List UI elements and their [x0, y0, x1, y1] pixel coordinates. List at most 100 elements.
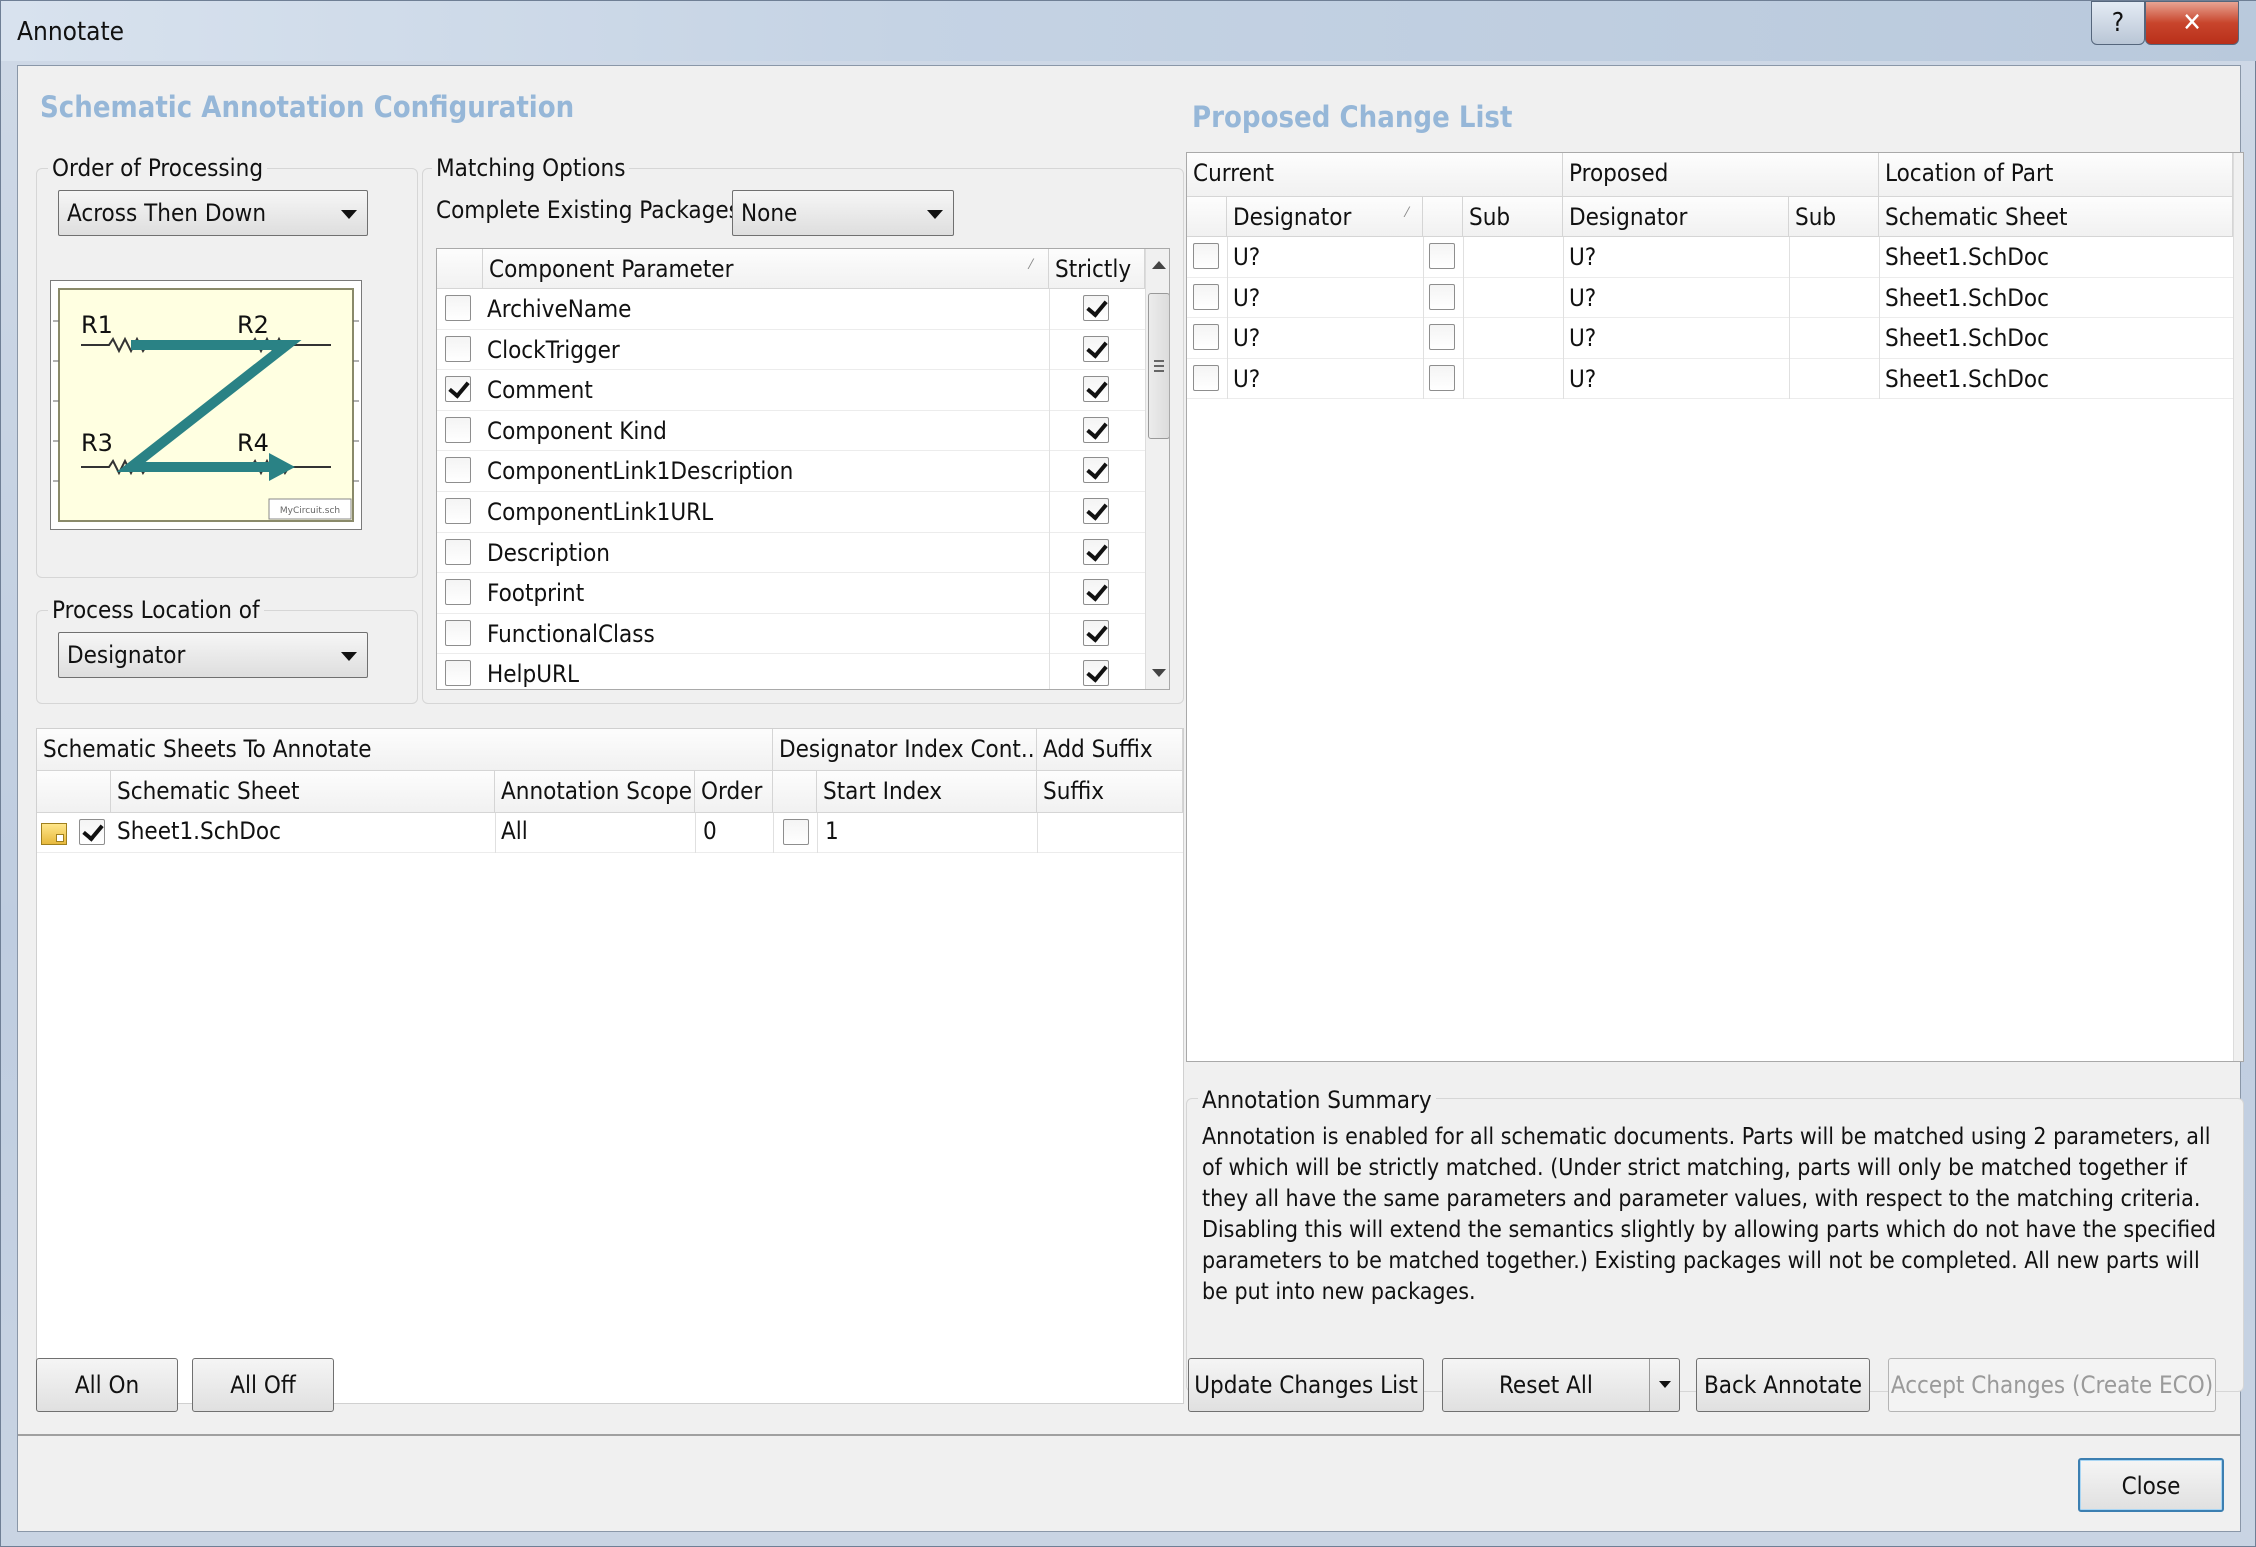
diagram-label-r2: R2 [237, 311, 269, 339]
sheet-row[interactable]: Sheet1.SchDoc All 0 1 [37, 813, 1183, 853]
header-select [37, 771, 111, 813]
parameter-strict-checkbox[interactable] [1083, 538, 1109, 565]
complete-packages-dropdown[interactable]: None [732, 190, 954, 236]
parameter-match-checkbox[interactable] [445, 457, 471, 484]
header-location-sheet[interactable]: Schematic Sheet [1879, 197, 2233, 237]
close-button[interactable]: Close [2078, 1458, 2224, 1512]
sheet-suffix[interactable] [1043, 813, 1179, 817]
back-annotate-button[interactable]: Back Annotate [1696, 1358, 1870, 1412]
parameter-row[interactable]: ClockTrigger [437, 329, 1145, 371]
header-strictly[interactable]: Strictly [1049, 249, 1145, 289]
reset-all-label: Reset All [1499, 1371, 1593, 1399]
header-group-index-label: Designator Index Cont... [779, 735, 1037, 763]
parameter-row[interactable]: ComponentLink1URL [437, 492, 1145, 533]
parameter-strict-checkbox[interactable] [1083, 416, 1109, 443]
location-sheet: Sheet1.SchDoc [1885, 324, 2050, 352]
parameter-strict-checkbox[interactable] [1083, 579, 1109, 606]
column-divider [1227, 358, 1228, 399]
parameter-row[interactable]: HelpURL [437, 654, 1145, 689]
header-suffix[interactable]: Suffix [1037, 771, 1183, 813]
current-sub-checkbox[interactable] [1429, 243, 1455, 269]
column-divider [1227, 237, 1228, 278]
current-designator: U? [1233, 243, 1261, 271]
help-button[interactable]: ? [2091, 1, 2145, 45]
current-sub-checkbox[interactable] [1429, 364, 1455, 391]
header-schematic-sheet[interactable]: Schematic Sheet [111, 771, 495, 813]
scroll-thumb[interactable] [1148, 293, 1169, 439]
all-off-button[interactable]: All Off [192, 1358, 334, 1412]
column-divider [1879, 277, 1880, 318]
parameter-row[interactable]: FunctionalClass [437, 613, 1145, 655]
current-sub-checkbox[interactable] [1429, 283, 1455, 310]
parameter-row[interactable]: Component Kind [437, 410, 1145, 452]
annotation-summary-label: Annotation Summary [1198, 1086, 1436, 1114]
parameter-row[interactable]: Comment [437, 370, 1145, 411]
index-control-checkbox[interactable] [783, 819, 809, 845]
order-of-processing-dropdown[interactable]: Across Then Down [58, 190, 368, 236]
diagram-label-r4: R4 [237, 429, 269, 457]
column-divider [1879, 318, 1880, 359]
sheet-order[interactable]: 0 [703, 813, 769, 845]
parameter-match-checkbox[interactable] [445, 335, 471, 362]
column-divider [1049, 289, 1050, 330]
current-select-checkbox[interactable] [1193, 324, 1219, 350]
sheet-start-index[interactable]: 1 [825, 813, 1031, 845]
parameter-strict-checkbox[interactable] [1083, 457, 1109, 484]
current-sub-checkbox[interactable] [1429, 324, 1455, 350]
parameter-match-checkbox[interactable] [445, 579, 471, 606]
parameter-row[interactable]: ComponentLink1Description [437, 451, 1145, 492]
parameter-strict-checkbox[interactable] [1083, 619, 1109, 646]
header-start-index[interactable]: Start Index [817, 771, 1037, 813]
parameter-match-checkbox[interactable] [445, 498, 471, 524]
parameter-strict-checkbox[interactable] [1083, 376, 1109, 403]
parameter-strict-checkbox[interactable] [1083, 335, 1109, 362]
header-annotation-scope[interactable]: Annotation Scope [495, 771, 695, 813]
header-component-parameter[interactable]: Component Parameter ⁄ [483, 249, 1049, 289]
process-location-label: Process Location of [48, 596, 264, 624]
sheet-scope[interactable]: All [501, 813, 691, 845]
current-designator: U? [1233, 324, 1261, 352]
reset-all-button[interactable]: Reset All [1442, 1358, 1680, 1412]
change-row[interactable]: U? U? Sheet1.SchDoc [1187, 358, 2233, 399]
parameter-strict-checkbox[interactable] [1083, 498, 1109, 524]
current-select-checkbox[interactable] [1193, 283, 1219, 310]
header-cur-designator[interactable]: Designator ⁄ [1227, 197, 1423, 237]
update-changes-button[interactable]: Update Changes List [1188, 1358, 1424, 1412]
parameter-match-checkbox[interactable] [445, 538, 471, 565]
parameter-match-checkbox[interactable] [445, 619, 471, 646]
parameter-match-checkbox[interactable] [445, 295, 471, 321]
parameter-row[interactable]: Footprint [437, 573, 1145, 614]
column-divider [1879, 237, 1880, 278]
scroll-up-icon[interactable] [1152, 261, 1166, 269]
change-row[interactable]: U? U? Sheet1.SchDoc [1187, 318, 2233, 359]
process-location-dropdown[interactable]: Designator [58, 632, 368, 678]
close-window-button[interactable]: ✕ [2145, 1, 2239, 45]
header-location-sheet-label: Schematic Sheet [1885, 203, 2068, 231]
change-row[interactable]: U? U? Sheet1.SchDoc [1187, 277, 2233, 318]
parameter-match-checkbox[interactable] [445, 376, 471, 403]
all-on-button[interactable]: All On [36, 1358, 178, 1412]
current-select-checkbox[interactable] [1193, 364, 1219, 391]
column-divider [1563, 237, 1564, 278]
parameter-row[interactable]: Description [437, 532, 1145, 574]
header-strictly-label: Strictly [1055, 255, 1132, 283]
header-order[interactable]: Order [695, 771, 773, 813]
accept-changes-button[interactable]: Accept Changes (Create ECO) [1888, 1358, 2216, 1412]
header-prop-designator[interactable]: Designator [1563, 197, 1789, 237]
change-row[interactable]: U? U? Sheet1.SchDoc [1187, 237, 2233, 278]
parameter-row[interactable]: ArchiveName [437, 289, 1145, 330]
document-icon [41, 823, 67, 845]
accept-changes-label: Accept Changes (Create ECO) [1890, 1371, 2214, 1399]
header-prop-sub[interactable]: Sub [1789, 197, 1879, 237]
parameter-match-checkbox[interactable] [445, 416, 471, 443]
header-suffix-label: Suffix [1043, 777, 1105, 805]
matching-scrollbar[interactable] [1145, 249, 1169, 689]
parameter-match-checkbox[interactable] [445, 660, 471, 687]
parameter-strict-checkbox[interactable] [1083, 660, 1109, 687]
current-select-checkbox[interactable] [1193, 243, 1219, 269]
chevron-down-icon[interactable] [1659, 1381, 1671, 1388]
scroll-down-icon[interactable] [1152, 669, 1166, 677]
sheet-enable-checkbox[interactable] [79, 819, 105, 845]
header-cur-sub[interactable]: Sub [1463, 197, 1563, 237]
parameter-strict-checkbox[interactable] [1083, 295, 1109, 321]
